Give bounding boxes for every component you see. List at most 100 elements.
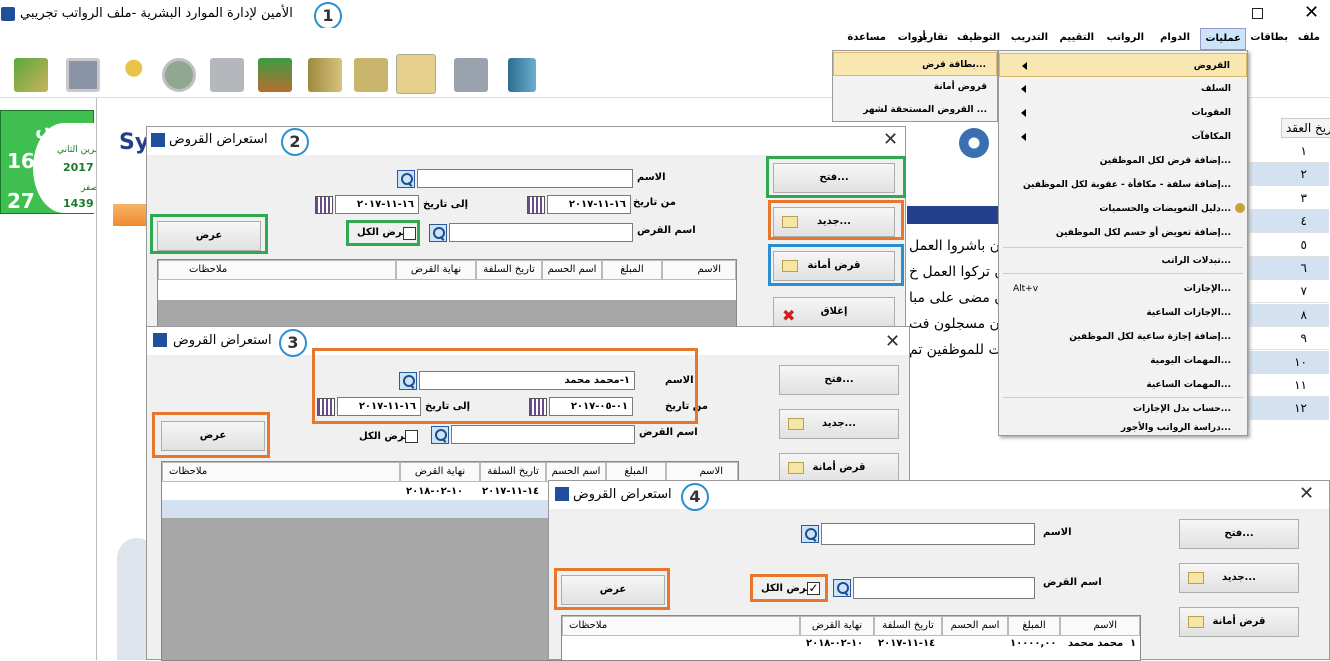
grid-header: تاريخ العقد [1281,118,1330,138]
open-button[interactable]: فتح... [773,163,895,193]
menu-item-hourly-vacations[interactable]: الإجازات الساعية... [999,301,1247,325]
menu-training[interactable]: التدريب [1011,32,1048,43]
menu-item-loans[interactable]: القروض [999,53,1247,77]
trust-loan-button[interactable]: قرض أمانة [1179,607,1299,637]
calendar-icon[interactable] [527,196,545,214]
trust-loan-button[interactable]: قرض أمانة [779,453,899,483]
col-header-notes: ملاحظات [562,616,800,636]
menu-help[interactable]: مساعدة [847,32,886,43]
grid-row[interactable]: ١١ [1249,374,1329,397]
loan-name-input[interactable] [449,223,633,242]
refresh-icon[interactable] [14,58,48,92]
grid-row[interactable]: ٩ [1249,327,1329,351]
menu-item-vacations[interactable]: الإجازات... Alt+v [999,277,1247,301]
money-icon[interactable] [258,58,292,92]
submenu-due-loans[interactable]: القروض المستحقة لشهر ... [833,98,997,122]
bg-line-2: ن تركوا العمل خ [909,264,1005,280]
search-icon[interactable] [397,170,415,188]
menu-item-advances[interactable]: السلف [999,77,1247,101]
menu-salaries[interactable]: الرواتب [1107,32,1144,43]
grid-row[interactable]: ٢ [1249,163,1329,187]
grid-row[interactable]: ٥ [1249,234,1329,257]
menu-item-add-hourly-vacation-all[interactable]: إضافة إجازة ساعية لكل الموظفين... [999,325,1247,349]
calendar-icon[interactable] [529,398,547,416]
folder-icon[interactable] [354,58,388,92]
name-input[interactable] [417,169,633,188]
users-icon[interactable] [396,54,436,94]
grid-row[interactable]: ٦ [1249,257,1329,280]
close-icon[interactable]: ✕ [1304,2,1319,23]
menu-attendance[interactable]: الدوام [1160,32,1190,43]
grid-row[interactable]: ٨ [1249,303,1329,327]
clock-icon[interactable] [162,58,196,92]
maximize-icon[interactable] [1252,8,1263,19]
grid-row[interactable]: ١٠ [1249,350,1329,374]
show-all-checkbox[interactable]: ✓ [807,582,820,595]
search-icon[interactable] [801,525,819,543]
calendar-icon[interactable] [315,196,333,214]
grid-row[interactable]: ١ [1249,140,1329,163]
greg-year: 2017 [63,161,94,174]
col-header-notes: ملاحظات [158,260,396,280]
show-button[interactable]: عرض [561,575,665,605]
calculator-icon[interactable] [454,58,488,92]
menu-item-salary-changes[interactable]: تبدلات الراتب... [999,249,1247,273]
col-header-deduction: اسم الحسم [942,616,1008,636]
name-input[interactable]: ١-محمد محمد [419,371,635,390]
menu-item-compensation-guide[interactable]: دليل التعويضات والحسميات... [999,197,1247,221]
close-icon[interactable]: ✕ [1299,483,1314,504]
magic-icon[interactable] [110,58,144,92]
to-date-input[interactable]: ١٦-١١-٢٠١٧ [337,397,421,416]
loan-name-input[interactable] [451,425,635,444]
submenu-loan-card[interactable]: بطاقة قرض... [833,52,997,76]
menu-cards[interactable]: بطاقات [1250,32,1288,43]
search-icon[interactable] [429,224,447,242]
open-button[interactable]: فتح... [779,365,899,395]
calendar-icon[interactable] [317,398,335,416]
to-date-input[interactable]: ١٦-١١-٢٠١٧ [335,195,419,214]
from-date-input[interactable]: ١٦-١١-٢٠١٧ [547,195,631,214]
trust-loan-button[interactable]: قرض أمانة [773,251,895,281]
menu-item-add-compensation-all[interactable]: إضافة تعويض أو حسم لكل الموظفين... [999,221,1247,245]
exit-icon[interactable] [508,58,536,92]
show-all-checkbox[interactable] [405,430,418,443]
grid-row[interactable]: ٧ [1249,280,1329,304]
menu-item-rewards[interactable]: المكافآت [999,125,1247,149]
menu-item-hourly-tasks[interactable]: المهمات الساعية... [999,373,1247,397]
submenu-trust-loans[interactable]: قروض أمانة [833,75,997,99]
menu-operations[interactable]: عمليات [1200,28,1246,50]
grid-row[interactable]: ٤ [1249,210,1329,234]
menu-item-daily-tasks[interactable]: المهمات اليومية... [999,349,1247,373]
close-button[interactable]: ✖ إغلاق [773,297,895,327]
menu-item-add-advance-all[interactable]: إضافة سلفة - مكافأة - عقوبة لكل الموظفين… [999,173,1247,197]
show-button[interactable]: عرض [157,221,261,251]
close-icon[interactable]: ✕ [883,129,898,150]
grid-row[interactable]: ٣ [1249,187,1329,210]
menu-item-penalties[interactable]: العقوبات [999,101,1247,125]
search-icon[interactable] [399,372,417,390]
submenu-arrow-icon [1021,85,1026,93]
menu-tools[interactable]: أدوات [898,32,926,43]
show-all-checkbox[interactable] [403,227,416,240]
menu-item-vacation-allowance[interactable]: حساب بدل الإجازات... [999,397,1247,421]
new-button[interactable]: جديد... [773,207,895,237]
from-date-input[interactable]: ٠١-٠٥-٢٠١٧ [549,397,633,416]
search-icon[interactable] [833,579,851,597]
new-button[interactable]: جديد... [779,409,899,439]
employee-card-icon[interactable] [66,58,100,92]
books-icon[interactable] [308,58,342,92]
menu-evaluation[interactable]: التقييم [1060,32,1094,43]
menu-hiring[interactable]: التوظيف [957,32,1000,43]
menu-file[interactable]: ملف [1298,32,1320,43]
menu-item-salary-study[interactable]: دراسة الرواتب والأجور... [999,421,1247,437]
loan-name-input[interactable] [853,577,1035,599]
search-icon[interactable] [431,426,449,444]
timesheet-icon[interactable] [210,58,244,92]
name-input[interactable] [821,523,1035,545]
close-icon[interactable]: ✕ [885,331,900,352]
new-button[interactable]: جديد... [1179,563,1299,593]
grid-row[interactable]: ١٢ [1249,397,1329,421]
menu-item-add-loan-all[interactable]: إضافة قرض لكل الموظفين... [999,149,1247,173]
show-button[interactable]: عرض [161,421,265,451]
open-button[interactable]: فتح... [1179,519,1299,549]
